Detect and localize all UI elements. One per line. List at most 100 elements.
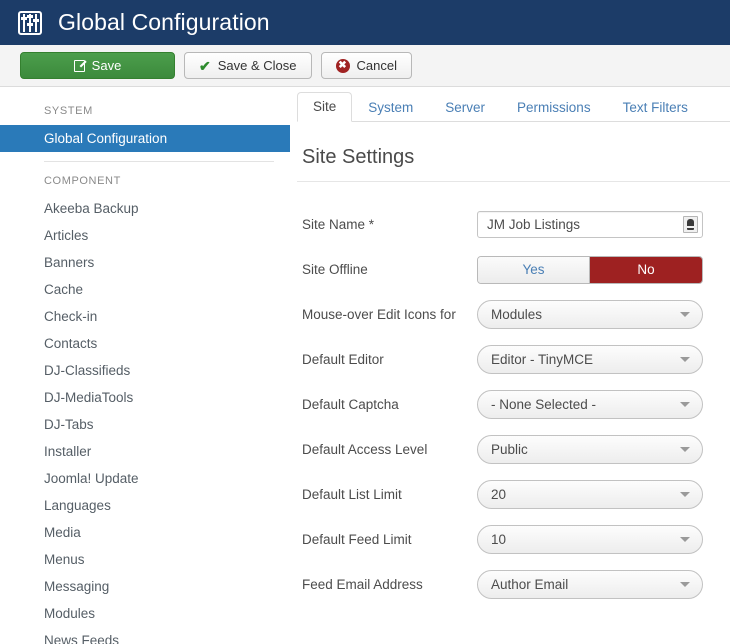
cancel-button[interactable]: ✖ Cancel (320, 52, 412, 79)
form-row-default-access-level: Default Access Level Public (297, 427, 730, 472)
toolbar: Save ✔ Save & Close ✖ Cancel (0, 45, 730, 87)
tab-text-filters[interactable]: Text Filters (607, 93, 704, 122)
chevron-down-icon (680, 447, 690, 452)
tab-permissions[interactable]: Permissions (501, 93, 607, 122)
tab-server[interactable]: Server (429, 93, 501, 122)
sidebar-item-joomla-update[interactable]: Joomla! Update (0, 465, 290, 492)
sidebar-heading-component: COMPONENT (44, 175, 121, 187)
mouse-over-edit-icons-for-select-value: Modules (491, 307, 543, 322)
default-captcha-select-value: - None Selected - (491, 397, 597, 412)
default-editor-select[interactable]: Editor - TinyMCE (477, 345, 703, 374)
panel-title: Site Settings (302, 146, 415, 168)
save-button[interactable]: Save (20, 52, 175, 79)
sidebar-item-dj-tabs[interactable]: DJ-Tabs (0, 411, 290, 438)
sidebar-item-messaging[interactable]: Messaging (0, 573, 290, 600)
control-default-access-level: Public (477, 435, 730, 464)
sidebar-item-contacts[interactable]: Contacts (0, 330, 290, 357)
settings-form: Site Name * JM Job Listings Site Offline Ye… (297, 182, 730, 607)
main-panel: Site System Server Permissions Text Filters … (290, 87, 730, 644)
cancel-circle-icon: ✖ (335, 58, 350, 73)
site-offline-option-yes[interactable]: Yes (478, 256, 590, 283)
label-site-offline: Site Offline (302, 262, 368, 277)
default-feed-limit-select[interactable]: 10 (477, 525, 703, 554)
control-mouse-over-edit-icons-for: Modules (477, 300, 730, 329)
content-area: SYSTEM Global Configuration COMPONENT Ak… (0, 87, 730, 644)
label-feed-email-address: Feed Email Address (302, 577, 423, 592)
label-default-captcha: Default Captcha (302, 397, 399, 412)
tab-system[interactable]: System (352, 93, 429, 122)
sidebar-item-media[interactable]: Media (0, 519, 290, 546)
chevron-down-icon (680, 357, 690, 362)
default-access-level-select-value: Public (491, 442, 528, 457)
chevron-down-icon (680, 312, 690, 317)
feed-email-address-select-value: Author Email (491, 577, 569, 592)
chevron-down-icon (680, 492, 690, 497)
sidebar-item-check-in[interactable]: Check-in (0, 303, 290, 330)
default-access-level-select[interactable]: Public (477, 435, 703, 464)
label-site-name: Site Name * (302, 217, 375, 232)
sidebar-item-news-feeds[interactable]: News Feeds (0, 627, 290, 644)
default-list-limit-select[interactable]: 20 (477, 480, 703, 509)
form-row-default-captcha: Default Captcha - None Selected - (297, 382, 730, 427)
site-offline-option-no[interactable]: No (590, 256, 702, 283)
form-row-site-name: Site Name * JM Job Listings (297, 202, 730, 247)
label-mouse-over-edit-icons-for: Mouse-over Edit Icons for (302, 307, 456, 322)
site-name-input[interactable]: JM Job Listings (477, 211, 703, 238)
mouse-over-edit-icons-for-select[interactable]: Modules (477, 300, 703, 329)
sidebar-item-installer[interactable]: Installer (0, 438, 290, 465)
default-list-limit-select-value: 20 (491, 487, 507, 502)
tab-bar: Site System Server Permissions Text Filters (297, 87, 730, 122)
password-manager-icon[interactable] (683, 216, 698, 233)
sidebar-divider (44, 161, 274, 162)
save-button-label: Save (91, 58, 122, 73)
form-row-default-list-limit: Default List Limit 20 (297, 472, 730, 517)
sidebar-item-modules[interactable]: Modules (0, 600, 290, 627)
feed-email-address-select[interactable]: Author Email (477, 570, 703, 599)
sidebar-item-languages[interactable]: Languages (0, 492, 290, 519)
cancel-button-label: Cancel (356, 58, 397, 73)
control-site-offline: Yes No (477, 255, 730, 284)
sidebar-item-articles[interactable]: Articles (0, 222, 290, 249)
page-title: Global Configuration (58, 9, 270, 35)
sidebar-item-menus[interactable]: Menus (0, 546, 290, 573)
label-default-access-level: Default Access Level (302, 442, 428, 457)
form-row-site-offline: Site Offline Yes No (297, 247, 730, 292)
chevron-down-icon (680, 402, 690, 407)
sidebar-item-banners[interactable]: Banners (0, 249, 290, 276)
default-captcha-select[interactable]: - None Selected - (477, 390, 703, 419)
default-editor-select-value: Editor - TinyMCE (491, 352, 594, 367)
site-name-input-value: JM Job Listings (487, 217, 581, 232)
form-row-mouse-over-edit-icons-for: Mouse-over Edit Icons for Modules (297, 292, 730, 337)
check-icon: ✔ (199, 57, 211, 74)
sidebar-item-akeeba-backup[interactable]: Akeeba Backup (0, 195, 290, 222)
control-default-list-limit: 20 (477, 480, 730, 509)
site-offline-toggle: Yes No (477, 255, 703, 284)
label-default-list-limit: Default List Limit (302, 487, 402, 502)
form-row-default-editor: Default Editor Editor - TinyMCE (297, 337, 730, 382)
edit-document-icon (73, 59, 85, 72)
tab-site[interactable]: Site (297, 92, 353, 122)
chevron-down-icon (680, 537, 690, 542)
control-site-name: JM Job Listings (477, 211, 730, 238)
default-feed-limit-select-value: 10 (491, 532, 507, 547)
sidebar-item-dj-classifieds[interactable]: DJ-Classifieds (0, 357, 290, 384)
sliders-icon (18, 10, 42, 35)
save-and-close-button-label: Save & Close (217, 58, 297, 73)
page-header: Global Configuration (0, 0, 730, 45)
sidebar-component-list: Akeeba Backup Articles Banners Cache Check-i… (0, 195, 290, 644)
chevron-down-icon (680, 582, 690, 587)
sidebar-item-dj-mediatools[interactable]: DJ-MediaTools (0, 384, 290, 411)
save-and-close-button[interactable]: ✔ Save & Close (184, 52, 312, 79)
label-default-feed-limit: Default Feed Limit (302, 532, 412, 547)
sidebar: SYSTEM Global Configuration COMPONENT Ak… (0, 87, 290, 644)
form-row-feed-email-address: Feed Email Address Author Email (297, 562, 730, 607)
sidebar-item-cache[interactable]: Cache (0, 276, 290, 303)
form-row-default-feed-limit: Default Feed Limit 10 (297, 517, 730, 562)
control-feed-email-address: Author Email (477, 570, 730, 599)
sidebar-heading-system: SYSTEM (44, 105, 93, 117)
control-default-feed-limit: 10 (477, 525, 730, 554)
control-default-captcha: - None Selected - (477, 390, 730, 419)
sidebar-item-global-configuration[interactable]: Global Configuration (0, 125, 290, 152)
control-default-editor: Editor - TinyMCE (477, 345, 730, 374)
label-default-editor: Default Editor (302, 352, 384, 367)
